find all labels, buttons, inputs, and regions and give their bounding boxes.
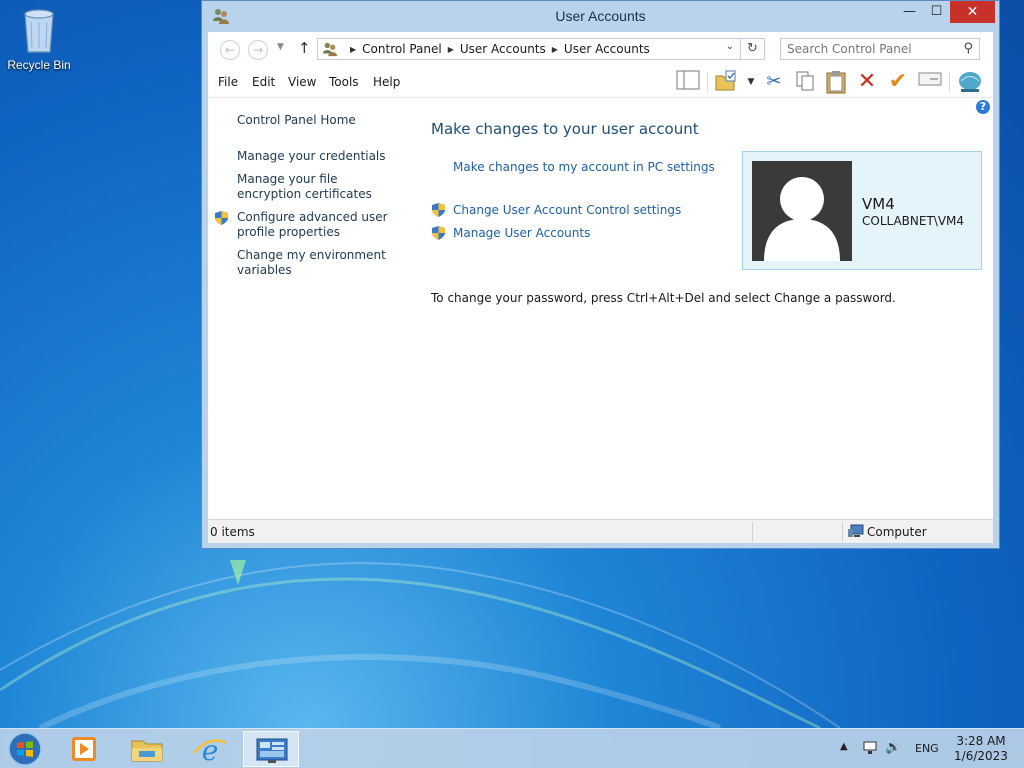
breadcrumb-user-accounts-current[interactable]: User Accounts xyxy=(564,42,650,56)
uac-shield-icon xyxy=(214,210,229,229)
sidebar-item-manage-credentials[interactable]: Manage your credentials xyxy=(237,149,402,164)
address-bar[interactable]: ▶ Control Panel ▶ User Accounts ▶ User Accoun… xyxy=(317,38,741,60)
item-count: 0 items xyxy=(210,525,255,539)
account-domain: COLLABNET\VM4 xyxy=(862,214,965,228)
search-icon[interactable]: ⚲ xyxy=(963,41,973,56)
media-player-icon xyxy=(72,737,96,761)
taskbar-internet-explorer[interactable]: e xyxy=(182,731,238,767)
account-name: VM4 xyxy=(862,195,895,213)
network-icon[interactable] xyxy=(862,740,878,760)
clock-date: 1/6/2023 xyxy=(954,749,1008,763)
sidebar-item-environment-variables[interactable]: Change my environment variables xyxy=(237,248,402,278)
window-client-area: ← → ▼ ↑ ▶ Control Panel ▶ User Accounts ▶ Use… xyxy=(208,32,993,543)
help-icon[interactable]: ? xyxy=(976,100,990,114)
layout-icon[interactable] xyxy=(675,70,701,94)
menu-help[interactable]: Help xyxy=(373,75,400,89)
delete-icon[interactable]: ✕ xyxy=(854,70,880,94)
content-pane: ? Control Panel Home Manage your credent… xyxy=(208,98,993,518)
menu-tools[interactable]: Tools xyxy=(329,75,359,89)
toolbar-divider xyxy=(949,72,950,92)
menu-file[interactable]: File xyxy=(218,75,238,89)
recycle-bin[interactable]: Recycle Bin xyxy=(4,6,74,72)
zone-label: Computer xyxy=(867,525,927,539)
up-arrow-icon[interactable]: ↑ xyxy=(298,39,311,57)
manage-user-accounts-link[interactable]: Manage User Accounts xyxy=(453,226,590,240)
menu-bar: File Edit View Tools Help ▼ ✂ ✕ ✔ xyxy=(208,66,993,98)
recycle-bin-label: Recycle Bin xyxy=(7,58,71,72)
avatar xyxy=(752,161,852,261)
recycle-bin-icon xyxy=(19,6,59,54)
window-title: User Accounts xyxy=(555,8,646,24)
breadcrumb-separator-icon[interactable]: ▶ xyxy=(552,45,558,54)
file-explorer-icon xyxy=(131,740,163,762)
svg-text:e: e xyxy=(202,734,219,767)
sidebar-item-control-panel-home[interactable]: Control Panel Home xyxy=(237,113,402,128)
recent-locations-chevron-icon[interactable]: ▼ xyxy=(277,42,284,52)
menu-view[interactable]: View xyxy=(288,75,316,89)
taskbar: e ▲ 🔊 ENG 3:28 AM 1/6/2023 xyxy=(0,728,1024,768)
status-divider xyxy=(752,522,753,542)
title-bar[interactable]: User Accounts — ☐ ✕ xyxy=(202,1,999,32)
pc-settings-link[interactable]: Make changes to my account in PC setting… xyxy=(453,160,715,174)
computer-icon xyxy=(848,524,864,538)
network-icon[interactable] xyxy=(957,70,983,94)
sidebar-item-advanced-profile[interactable]: Configure advanced user profile properti… xyxy=(237,210,402,240)
uac-shield-icon xyxy=(431,202,446,221)
folder-options-icon[interactable] xyxy=(713,70,739,94)
clock-time: 3:28 AM xyxy=(956,734,1006,748)
toolbar-divider xyxy=(707,72,708,92)
close-button[interactable]: ✕ xyxy=(950,1,995,23)
taskbar-media-player[interactable] xyxy=(56,731,112,767)
uac-shield-icon xyxy=(431,225,446,244)
copy-icon[interactable] xyxy=(792,70,818,94)
page-title: Make changes to your user account xyxy=(431,120,699,138)
control-panel-icon xyxy=(322,41,338,57)
breadcrumb-separator-icon[interactable]: ▶ xyxy=(448,45,454,54)
refresh-button[interactable]: ↻ xyxy=(741,38,765,60)
search-input[interactable] xyxy=(787,42,952,56)
properties-icon[interactable] xyxy=(917,70,943,94)
breadcrumb: ▶ Control Panel ▶ User Accounts ▶ User Accoun… xyxy=(344,42,650,56)
minimize-button[interactable]: — xyxy=(896,1,923,23)
volume-icon[interactable]: 🔊 xyxy=(885,740,901,755)
start-button[interactable] xyxy=(5,731,45,767)
checkmark-icon[interactable]: ✔ xyxy=(885,70,911,94)
address-dropdown-chevron-icon[interactable]: ⌄ xyxy=(726,41,734,52)
breadcrumb-user-accounts[interactable]: User Accounts xyxy=(460,42,546,56)
back-button[interactable]: ← xyxy=(220,40,240,60)
password-note: To change your password, press Ctrl+Alt+… xyxy=(431,291,896,305)
show-hidden-icons-chevron-icon[interactable]: ▲ xyxy=(840,741,848,752)
taskbar-file-explorer[interactable] xyxy=(119,731,175,767)
forward-button[interactable]: → xyxy=(248,40,268,60)
uac-settings-link[interactable]: Change User Account Control settings xyxy=(453,203,681,217)
cut-icon[interactable]: ✂ xyxy=(761,70,787,94)
sidebar-item-file-encryption[interactable]: Manage your file encryption certificates xyxy=(237,172,402,202)
clock[interactable]: 3:28 AM 1/6/2023 xyxy=(948,734,1014,764)
internet-explorer-icon: e xyxy=(193,734,227,767)
control-panel-icon xyxy=(256,738,288,763)
paste-icon[interactable] xyxy=(823,70,849,94)
windows-logo-icon xyxy=(8,732,42,766)
navigation-bar: ← → ▼ ↑ ▶ Control Panel ▶ User Accounts ▶ Use… xyxy=(208,32,993,66)
taskbar-control-panel[interactable] xyxy=(243,731,299,767)
breadcrumb-control-panel[interactable]: Control Panel xyxy=(362,42,442,56)
search-box[interactable]: ⚲ xyxy=(780,38,980,60)
language-indicator[interactable]: ENG xyxy=(915,742,939,755)
breadcrumb-separator-icon[interactable]: ▶ xyxy=(350,45,356,54)
user-accounts-window: User Accounts — ☐ ✕ ← → ▼ ↑ ▶ Control Pan… xyxy=(201,0,1000,549)
menu-edit[interactable]: Edit xyxy=(252,75,275,89)
status-divider xyxy=(842,522,843,542)
status-bar: 0 items Computer xyxy=(208,519,993,543)
maximize-button[interactable]: ☐ xyxy=(923,1,950,23)
account-card: VM4 COLLABNET\VM4 xyxy=(742,151,982,270)
